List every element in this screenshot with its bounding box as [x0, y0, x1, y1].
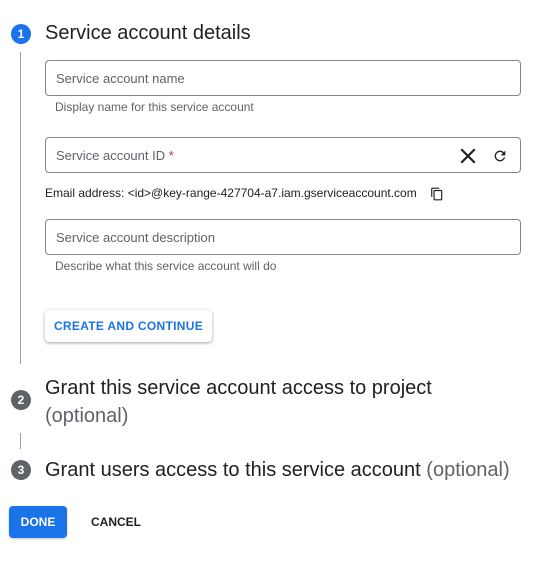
step-3-title: Grant users access to this service accou…: [45, 459, 421, 481]
step-2-title: Grant this service account access to pro…: [45, 377, 432, 399]
step-1-title: Service account details: [45, 22, 251, 44]
refresh-icon: [494, 150, 506, 162]
service-account-description-field[interactable]: [45, 219, 521, 255]
service-account-id-placeholder[interactable]: Service account ID *: [46, 148, 520, 163]
done-button[interactable]: DONE: [9, 506, 67, 538]
copy-email-button[interactable]: [425, 182, 449, 206]
cancel-button[interactable]: CANCEL: [80, 506, 152, 538]
clear-button[interactable]: [456, 144, 480, 168]
refresh-button[interactable]: [488, 144, 512, 168]
step-3-header[interactable]: Grant users access to this service accou…: [45, 458, 510, 482]
required-mark: *: [168, 147, 174, 163]
service-account-id-label: Service account ID: [56, 147, 166, 163]
step-2-indicator: 2: [11, 390, 31, 410]
step-2-optional-label: (optional): [45, 405, 129, 427]
service-account-name-hint: Display name for this service account: [55, 100, 254, 114]
service-account-name-input[interactable]: [46, 61, 520, 95]
step-3-optional-label: (optional): [426, 459, 510, 481]
step-connector-line: [20, 433, 21, 449]
create-and-continue-button[interactable]: CREATE AND CONTINUE: [45, 310, 212, 342]
service-account-name-field[interactable]: [45, 60, 521, 96]
copy-icon: [431, 187, 443, 201]
service-account-description-hint: Describe what this service account will …: [55, 259, 277, 273]
close-icon: [460, 148, 476, 164]
step-3-indicator: 3: [11, 460, 31, 480]
step-connector-line: [20, 52, 21, 364]
service-account-id-field[interactable]: Service account ID *: [45, 137, 521, 173]
service-account-description-input[interactable]: [46, 220, 520, 254]
step-1-indicator: 1: [11, 24, 31, 44]
email-address-text: Email address: <id>@key-range-427704-a7.…: [45, 186, 417, 200]
step-2-header[interactable]: Grant this service account access to pro…: [45, 374, 525, 430]
